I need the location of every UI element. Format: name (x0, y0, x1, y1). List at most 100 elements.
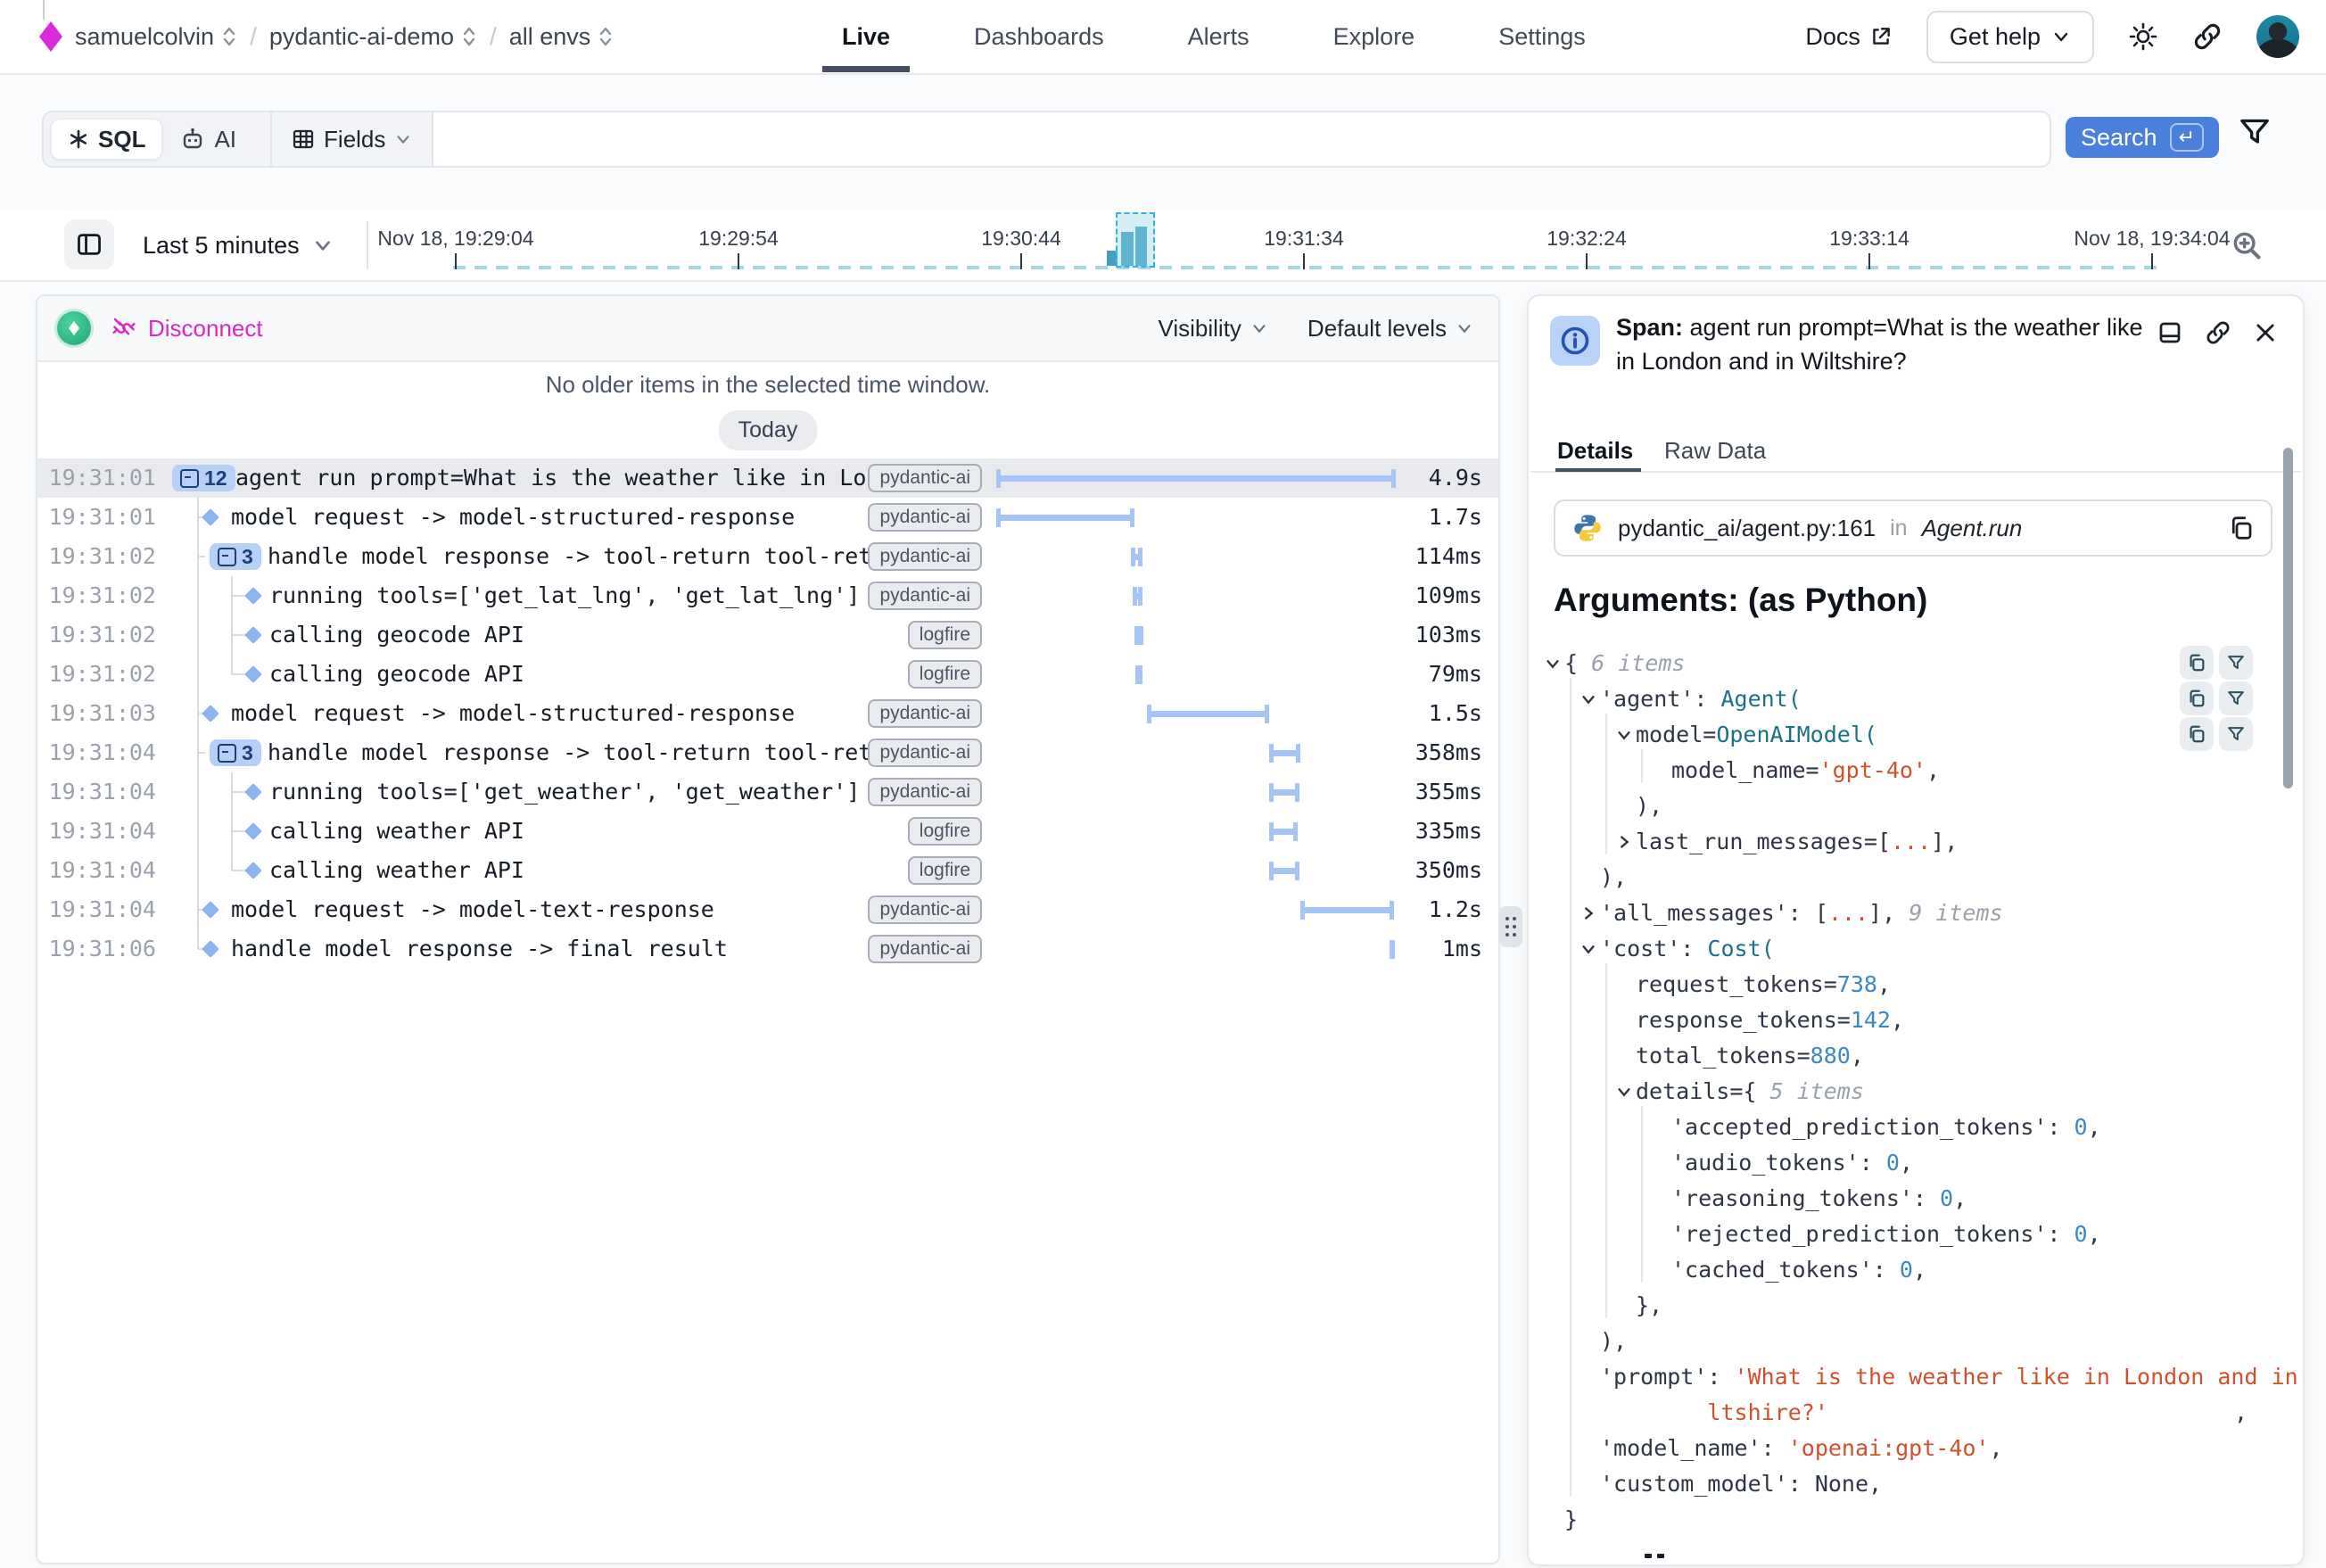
trace-row-label: agent run prompt=What is the weather lik… (235, 458, 874, 498)
link-icon (2192, 21, 2223, 52)
filter-value-button[interactable] (2219, 681, 2253, 715)
trace-row-tag[interactable]: logfire (908, 856, 982, 885)
filter-value-button[interactable] (2219, 717, 2253, 751)
copy-value-button[interactable] (2180, 717, 2214, 751)
nav-tab-live[interactable]: Live (838, 2, 894, 72)
trace-row-tag[interactable]: pydantic-ai (868, 778, 982, 806)
code-line: 'prompt': 'What is the weather like in L… (1534, 1359, 2297, 1395)
trace-row-label: model request -> model-structured-respon… (231, 694, 874, 733)
chevron-down-icon[interactable] (1613, 717, 1636, 753)
tab-raw-data[interactable]: Raw Data (1664, 437, 1766, 465)
trace-row-tag[interactable]: pydantic-ai (868, 503, 982, 532)
docs-link[interactable]: Docs (1805, 23, 1893, 51)
breadcrumb-project[interactable]: pydantic-ai-demo (269, 23, 477, 51)
collapse-badge[interactable]: 3 (210, 739, 261, 766)
today-button[interactable]: Today (719, 410, 818, 450)
filter-value-button[interactable] (2219, 646, 2253, 680)
zoom-in-button[interactable] (2230, 228, 2264, 262)
search-input[interactable] (433, 112, 2020, 161)
trace-row-tag[interactable]: pydantic-ai (868, 464, 982, 492)
trace-row[interactable]: 19:31:043handle model response -> tool-r… (37, 733, 1498, 772)
trace-row-tag[interactable]: pydantic-ai (868, 895, 982, 924)
histogram-selection[interactable] (1116, 212, 1155, 268)
tab-details[interactable]: Details (1557, 437, 1633, 465)
user-avatar[interactable] (2256, 15, 2299, 58)
chevron-down-icon[interactable] (1577, 681, 1600, 717)
trace-row-tag[interactable]: pydantic-ai (868, 935, 982, 963)
chevron-right-icon[interactable] (1613, 824, 1636, 860)
trace-row[interactable]: 19:31:03 model request -> model-structure… (37, 694, 1498, 733)
trace-row-time: 19:31:04 (37, 733, 156, 772)
trace-row[interactable]: 19:31:01model request -> model-structure… (37, 498, 1498, 537)
nav-tab-explore[interactable]: Explore (1330, 2, 1419, 72)
trace-row[interactable]: 19:31:023handle model response -> tool-r… (37, 537, 1498, 576)
trace-row-tag[interactable]: pydantic-ai (868, 582, 982, 610)
trace-row[interactable]: 19:31:04running tools=['get_weather', 'g… (37, 772, 1498, 812)
source-location[interactable]: pydantic_ai/agent.py:161 in Agent.run (1554, 499, 2272, 557)
fields-dropdown[interactable]: Fields (270, 112, 433, 166)
chevron-right-icon[interactable] (1577, 895, 1600, 931)
trace-row-tag[interactable]: logfire (908, 660, 982, 689)
time-range-dropdown[interactable]: Last 5 minutes (143, 210, 334, 280)
trace-row[interactable]: 19:31:04calling weather APIlogfire335ms (37, 812, 1498, 851)
trace-row-gantt (996, 772, 1396, 812)
nav-tab-alerts[interactable]: Alerts (1184, 2, 1253, 72)
sql-mode-button[interactable]: SQL (51, 119, 162, 160)
breadcrumb-org[interactable]: samuelcolvin (75, 23, 237, 51)
chevron-down-icon[interactable] (1541, 646, 1564, 681)
trace-row[interactable]: 19:31:06handle model response -> final r… (37, 929, 1498, 969)
filter-button[interactable] (2237, 114, 2272, 150)
copy-link-button[interactable] (2205, 319, 2231, 346)
nav-tab-dashboards[interactable]: Dashboards (970, 2, 1108, 72)
logfire-logo-icon[interactable] (39, 21, 62, 52)
trace-row-gantt (996, 733, 1396, 772)
default-levels-dropdown[interactable]: Default levels (1307, 315, 1473, 342)
timeline-strip[interactable]: Last 5 minutes Nov 18, 19:29:0419:29:541… (0, 210, 2326, 282)
timeline-tick-mark (2151, 253, 2153, 269)
trace-row-tag[interactable]: logfire (908, 621, 982, 649)
scrollbar-thumb[interactable] (2283, 448, 2293, 788)
trace-row[interactable]: 19:31:0112agent run prompt=What is the w… (37, 458, 1498, 498)
trace-row-time: 19:31:03 (37, 694, 156, 733)
panel-resize-handle[interactable] (1499, 906, 1522, 947)
chevron-down-icon[interactable] (1577, 931, 1600, 967)
trace-row[interactable]: 19:31:02calling geocode APIlogfire79ms (37, 655, 1498, 694)
copy-value-button[interactable] (2180, 681, 2214, 715)
collapse-badge[interactable]: 3 (210, 543, 261, 570)
code-segment: , (1877, 967, 1891, 1003)
get-help-button[interactable]: Get help (1926, 11, 2094, 63)
trace-row-tag[interactable]: pydantic-ai (868, 542, 982, 571)
code-line: request_tokens=738, (1534, 967, 2297, 1003)
gantt-bar (996, 475, 1396, 482)
trace-row-time: 19:31:06 (37, 929, 156, 969)
breadcrumb-env-label: all envs (509, 23, 591, 51)
theme-toggle-button[interactable] (2128, 21, 2158, 52)
trace-row[interactable]: 19:31:04model request -> model-text-resp… (37, 890, 1498, 929)
sidebar-toggle-button[interactable] (64, 219, 114, 269)
copy-value-button[interactable] (2180, 646, 2214, 680)
nav-tab-settings[interactable]: Settings (1495, 2, 1589, 72)
breadcrumb-env[interactable]: all envs (509, 23, 614, 51)
share-link-button[interactable] (2192, 21, 2223, 52)
trace-row-tag[interactable]: pydantic-ai (868, 739, 982, 767)
trace-row-duration: 79ms (1429, 655, 1482, 694)
ai-mode-button[interactable]: AI (162, 120, 254, 159)
trace-row-label: calling weather API (269, 851, 874, 890)
trace-row-tag[interactable]: pydantic-ai (868, 699, 982, 728)
trace-row[interactable]: 19:31:04calling weather APIlogfire350ms (37, 851, 1498, 890)
trace-row-tag[interactable]: logfire (908, 817, 982, 846)
trace-row-label: model request -> model-structured-respon… (231, 498, 874, 537)
robot-icon (180, 127, 205, 152)
trace-row[interactable]: 19:31:02calling geocode APIlogfire103ms (37, 615, 1498, 655)
search-button[interactable]: Search ↵ (2066, 117, 2219, 158)
trace-row[interactable]: 19:31:02running tools=['get_lat_lng', 'g… (37, 576, 1498, 615)
chevron-down-icon[interactable] (1613, 1074, 1636, 1110)
dock-bottom-button[interactable] (2157, 319, 2183, 346)
external-link-icon (1869, 25, 1893, 48)
disconnect-button[interactable]: Disconnect (111, 315, 263, 342)
trace-row-time: 19:31:04 (37, 851, 156, 890)
collapse-badge[interactable]: 12 (172, 465, 235, 491)
visibility-dropdown[interactable]: Visibility (1158, 315, 1267, 342)
close-panel-button[interactable] (2253, 319, 2278, 346)
copy-source-button[interactable] (2228, 515, 2255, 541)
